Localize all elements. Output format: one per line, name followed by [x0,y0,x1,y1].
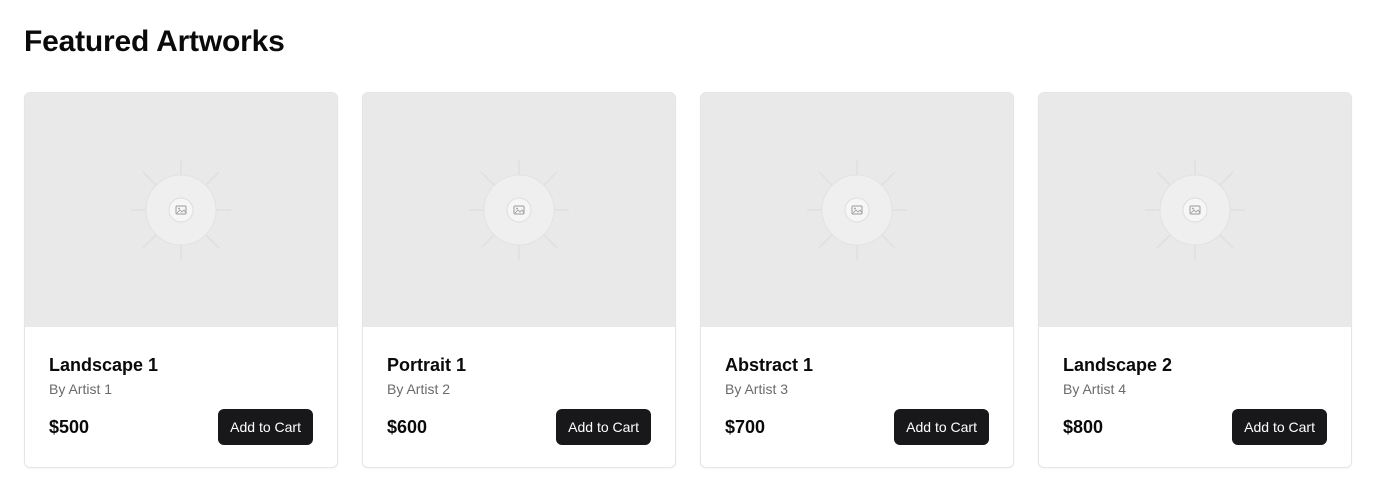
artwork-image-placeholder [1039,93,1351,327]
artwork-artist: By Artist 4 [1063,381,1127,397]
page: Featured Artworks Landscape 1 By Artist … [0,0,1376,492]
artwork-price: $800 [1063,416,1104,437]
artwork-card-body: Portrait 1 By Artist 2 $600 Add to Cart [363,327,675,445]
image-placeholder-icon [1145,160,1245,260]
artwork-artist: By Artist 3 [725,381,789,397]
artwork-card-body: Landscape 2 By Artist 4 $800 Add to Cart [1039,327,1351,445]
artwork-card: Landscape 2 By Artist 4 $800 Add to Cart [1038,92,1352,468]
artwork-card-footer: $700 Add to Cart [725,409,989,445]
artwork-image-placeholder [701,93,1013,327]
image-placeholder-icon [807,160,907,260]
artwork-price: $500 [49,416,90,437]
image-placeholder-icon [469,160,569,260]
artwork-artist: By Artist 2 [387,381,451,397]
artwork-card: Abstract 1 By Artist 3 $700 Add to Cart [700,92,1014,468]
artwork-artist: By Artist 1 [49,381,113,397]
artwork-card: Portrait 1 By Artist 2 $600 Add to Cart [362,92,676,468]
artwork-title: Portrait 1 [387,355,467,375]
artwork-card-footer: $500 Add to Cart [49,409,313,445]
artwork-title: Abstract 1 [725,355,814,375]
artwork-card-footer: $800 Add to Cart [1063,409,1327,445]
image-placeholder-icon [131,160,231,260]
artwork-title: Landscape 2 [1063,355,1173,375]
artwork-image-placeholder [25,93,337,327]
artwork-card-footer: $600 Add to Cart [387,409,651,445]
artwork-card: Landscape 1 By Artist 1 $500 Add to Cart [24,92,338,468]
add-to-cart-button[interactable]: Add to Cart [1232,409,1327,445]
add-to-cart-button[interactable]: Add to Cart [556,409,651,445]
artwork-card-body: Landscape 1 By Artist 1 $500 Add to Cart [25,327,337,445]
add-to-cart-button[interactable]: Add to Cart [218,409,313,445]
page-title: Featured Artworks [24,25,285,58]
artwork-title: Landscape 1 [49,355,159,375]
artwork-card-body: Abstract 1 By Artist 3 $700 Add to Cart [701,327,1013,445]
add-to-cart-button[interactable]: Add to Cart [894,409,989,445]
artwork-price: $600 [387,416,428,437]
artwork-price: $700 [725,416,766,437]
artwork-grid: Landscape 1 By Artist 1 $500 Add to Cart [24,92,1352,468]
artwork-image-placeholder [363,93,675,327]
